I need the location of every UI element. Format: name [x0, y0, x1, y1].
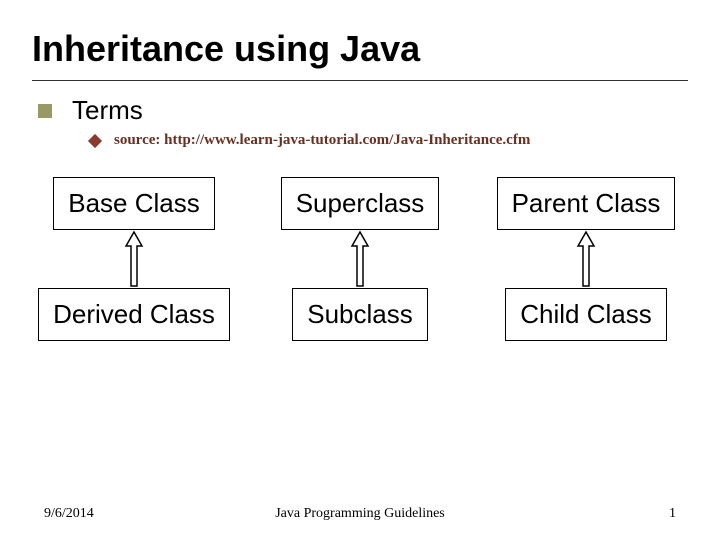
arrow-up-3	[576, 230, 596, 288]
box-derived-class: Derived Class	[38, 288, 230, 341]
terms-label: Terms	[72, 95, 143, 126]
box-parent-class: Parent Class	[497, 177, 676, 230]
source-label: source: http://www.learn-java-tutorial.c…	[114, 132, 530, 149]
bullet-terms-row: Terms	[32, 95, 688, 126]
pair-parent-child: Parent Class Child Class	[488, 177, 684, 341]
inheritance-diagram: Base Class Derived Class Superclass Subc…	[32, 177, 688, 341]
box-child-class: Child Class	[505, 288, 667, 341]
box-subclass: Subclass	[292, 288, 428, 341]
title-divider	[32, 80, 688, 81]
pair-super-sub: Superclass Subclass	[262, 177, 458, 341]
footer-page-number: 1	[669, 506, 676, 522]
footer-center: Java Programming Guidelines	[275, 506, 445, 522]
pair-base-derived: Base Class Derived Class	[36, 177, 232, 341]
bullet-source-row: source: http://www.learn-java-tutorial.c…	[90, 132, 688, 149]
arrow-up-2	[350, 230, 370, 288]
arrow-up-icon	[576, 230, 596, 288]
arrow-up-1	[124, 230, 144, 288]
diagram-row: Base Class Derived Class Superclass Subc…	[36, 177, 684, 341]
slide-title: Inheritance using Java	[32, 28, 688, 70]
footer-date: 9/6/2014	[44, 506, 94, 522]
box-superclass: Superclass	[281, 177, 440, 230]
box-base-class: Base Class	[53, 177, 215, 230]
diamond-bullet-icon	[88, 133, 102, 147]
arrow-up-icon	[350, 230, 370, 288]
slide: Inheritance using Java Terms source: htt…	[0, 0, 720, 540]
slide-footer: 9/6/2014 Java Programming Guidelines 1	[0, 506, 720, 522]
arrow-up-icon	[124, 230, 144, 288]
square-bullet-icon	[38, 104, 52, 118]
